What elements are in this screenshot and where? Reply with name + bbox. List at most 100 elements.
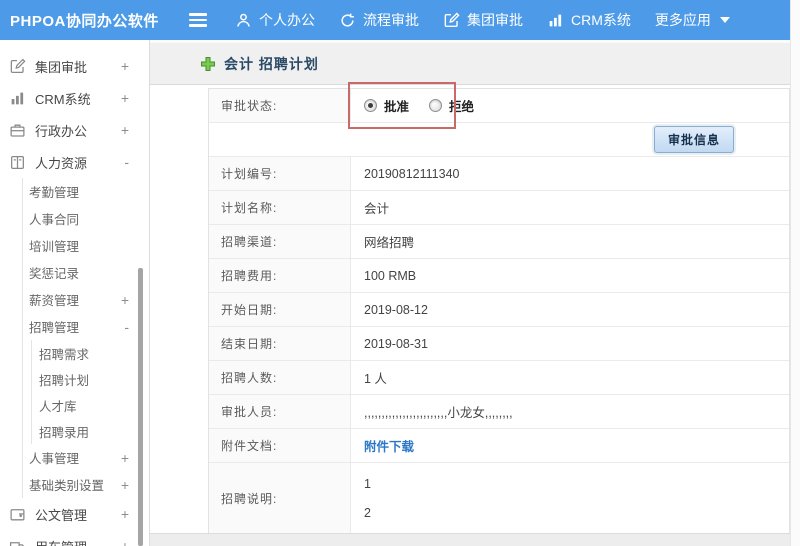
sidebar-nav: 集团审批 + CRM系统 + 行政办公 + 人力资源 - 考勤管理 人事合同 培… <box>0 40 150 546</box>
cycle-icon <box>339 12 356 29</box>
sidebar-item-crm-system[interactable]: CRM系统 + <box>0 82 149 114</box>
sidebar-item-group-approval[interactable]: 集团审批 + <box>0 50 149 82</box>
sidebar-item-recruit-demand[interactable]: 招聘需求 <box>32 340 149 366</box>
book-icon <box>9 154 26 171</box>
sidebar-item-talent-pool[interactable]: 人才库 <box>32 392 149 418</box>
hamburger-menu-icon[interactable] <box>185 9 211 31</box>
field-label: 审批状态: <box>209 89 351 122</box>
field-row-start-date: 开始日期: 2019-08-12 <box>209 293 789 327</box>
edit-icon <box>443 12 460 29</box>
sidebar-item-recruit-hire[interactable]: 招聘录用 <box>32 418 149 444</box>
field-label: 计划编号: <box>209 157 351 190</box>
expand-icon[interactable]: + <box>121 58 129 74</box>
top-navbar: PHPOA协同办公软件 个人办公 流程审批 集团审批 CRM系统 更多应用 <box>0 0 790 40</box>
sidebar-item-label: CRM系统 <box>35 91 91 107</box>
sidebar-item-label: 人事管理 <box>29 452 80 466</box>
collapse-icon[interactable]: - <box>124 154 129 170</box>
sidebar-item-salary-mgmt[interactable]: 薪资管理 + <box>23 286 149 313</box>
nav-item-label: 集团审批 <box>467 12 523 28</box>
field-row-approvers: 审批人员: ,,,,,,,,,,,,,,,,,,,,,,,,小龙女,,,,,,,… <box>209 395 789 429</box>
collapse-icon[interactable]: - <box>124 319 129 335</box>
expand-icon[interactable]: + <box>121 538 129 546</box>
sidebar-item-personnel-contract[interactable]: 人事合同 <box>23 205 149 232</box>
sidebar-item-label: 行政办公 <box>35 123 88 139</box>
nav-item-label: 个人办公 <box>259 12 315 28</box>
sidebar-item-label: 招聘管理 <box>29 321 80 335</box>
expand-icon[interactable]: + <box>121 450 129 466</box>
sidebar-scrollbar-thumb[interactable] <box>138 268 143 546</box>
sidebar-item-label: 奖惩记录 <box>29 267 80 281</box>
content-header: 会计 招聘计划 <box>150 40 790 85</box>
attachment-download-link[interactable]: 附件下载 <box>364 436 414 455</box>
navbar-menu: 个人办公 流程审批 集团审批 CRM系统 更多应用 <box>185 9 730 31</box>
sidebar-item-label: 培训管理 <box>29 240 80 254</box>
nav-item-label: 更多应用 <box>654 12 711 28</box>
sidebar-item-training-mgmt[interactable]: 培训管理 <box>23 232 149 259</box>
description-line: 2 <box>364 506 371 520</box>
field-row-recruit-description: 招聘说明: 1 2 <box>209 463 789 533</box>
radio-approve[interactable] <box>364 99 377 112</box>
user-icon <box>235 12 252 29</box>
sidebar-item-label: 人事合同 <box>29 213 80 227</box>
field-value: 2019-08-31 <box>364 336 428 351</box>
sidebar-item-document-mgmt[interactable]: 公文管理 + <box>0 498 149 530</box>
radio-reject[interactable] <box>429 99 443 112</box>
field-value: ,,,,,,,,,,,,,,,,,,,,,,,,小龙女,,,,,,,, <box>364 406 513 420</box>
field-label: 开始日期: <box>209 293 351 326</box>
nav-item-label: CRM系统 <box>571 12 631 28</box>
sidebar-item-reward-records[interactable]: 奖惩记录 <box>23 259 149 286</box>
approval-info-button[interactable]: 审批信息 <box>653 126 734 153</box>
sidebar-item-label: 薪资管理 <box>29 294 80 308</box>
recruit-plan-form: 审批状态: 批准 拒绝 审批信息 计划编号: 20190812111340 计划… <box>208 88 790 534</box>
field-value: 1 人 <box>364 372 387 386</box>
expand-icon[interactable]: + <box>121 506 129 522</box>
radio-approve-label: 批准 <box>384 100 410 114</box>
plus-icon <box>201 56 215 71</box>
sidebar-item-human-resources[interactable]: 人力资源 - <box>0 146 149 178</box>
sidebar-item-label: 招聘需求 <box>39 347 90 362</box>
sidebar-item-personnel-mgmt[interactable]: 人事管理 + <box>23 444 149 471</box>
nav-item-group-approval[interactable]: 集团审批 <box>443 10 523 30</box>
field-label: 招聘渠道: <box>209 225 351 258</box>
nav-item-more-apps[interactable]: 更多应用 <box>655 10 730 30</box>
app-logo: PHPOA协同办公软件 <box>10 12 159 30</box>
field-row-recruit-cost: 招聘费用: 100 RMB <box>209 259 789 293</box>
sidebar-item-recruitment-mgmt[interactable]: 招聘管理 - <box>23 313 149 340</box>
page-scrollbar[interactable] <box>790 0 800 546</box>
folder-icon <box>9 506 26 523</box>
briefcase-icon <box>9 122 26 139</box>
sidebar-item-attendance-mgmt[interactable]: 考勤管理 <box>23 178 149 205</box>
bar-chart-icon <box>547 12 564 29</box>
sidebar-item-recruit-plan[interactable]: 招聘计划 <box>32 366 149 392</box>
sidebar-item-label: 公文管理 <box>35 507 88 523</box>
field-row-recruit-channel: 招聘渠道: 网络招聘 <box>209 225 789 259</box>
field-value: 网络招聘 <box>364 236 415 250</box>
expand-icon[interactable]: + <box>121 122 129 138</box>
bar-chart-icon <box>9 90 26 107</box>
nav-item-process-approval[interactable]: 流程审批 <box>339 10 419 30</box>
field-row-approval-status: 审批状态: 批准 拒绝 <box>209 89 789 123</box>
sidebar-item-vehicle-mgmt[interactable]: 用车管理 + <box>0 530 149 546</box>
nav-item-label: 流程审批 <box>363 12 419 28</box>
sidebar-item-label: 人才库 <box>39 399 77 414</box>
sidebar-item-base-category-settings[interactable]: 基础类别设置 + <box>23 471 149 498</box>
field-value: 100 RMB <box>364 268 417 283</box>
sidebar-item-label: 用车管理 <box>35 537 87 546</box>
sidebar-item-label: 基础类别设置 <box>29 479 105 493</box>
sidebar-item-label: 人力资源 <box>35 155 88 171</box>
edit-icon <box>9 58 26 75</box>
approve-button-row: 审批信息 <box>209 123 789 157</box>
expand-icon[interactable]: + <box>121 477 129 493</box>
nav-item-crm-system[interactable]: CRM系统 <box>547 10 631 30</box>
field-value: 会计 <box>364 202 390 216</box>
expand-icon[interactable]: + <box>121 90 129 106</box>
field-row-end-date: 结束日期: 2019-08-31 <box>209 327 789 361</box>
expand-icon[interactable]: + <box>121 292 129 308</box>
field-value: 20190812111340 <box>364 166 460 181</box>
sidebar-item-label: 集团审批 <box>35 59 88 75</box>
sidebar-item-admin-office[interactable]: 行政办公 + <box>0 114 149 146</box>
nav-item-personal-office[interactable]: 个人办公 <box>235 10 315 30</box>
human-resources-submenu: 考勤管理 人事合同 培训管理 奖惩记录 薪资管理 + 招聘管理 - 招聘需求 招… <box>22 178 149 498</box>
field-row-plan-number: 计划编号: 20190812111340 <box>209 157 789 191</box>
recruitment-submenu: 招聘需求 招聘计划 人才库 招聘录用 <box>31 340 149 444</box>
